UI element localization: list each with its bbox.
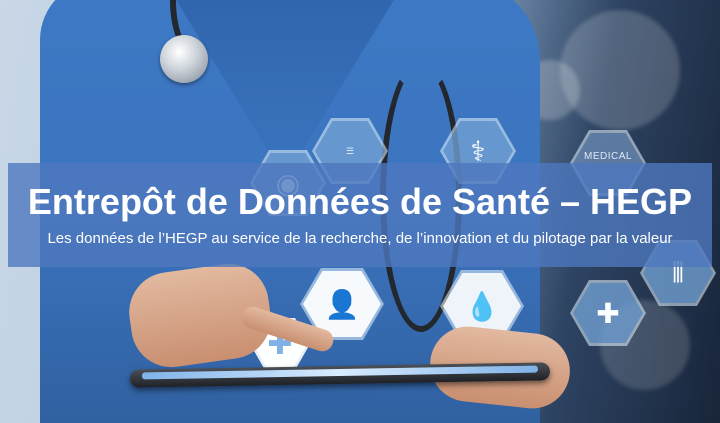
bokeh-light xyxy=(560,10,680,130)
tablet-screen xyxy=(141,365,538,380)
medical-hud-label: MEDICAL xyxy=(584,151,632,162)
first-aid-kit-icon: ✚ xyxy=(573,283,643,343)
page-subtitle: Les données de l’HEGP au service de la r… xyxy=(47,230,673,247)
page-title: Entrepôt de Données de Santé – HEGP xyxy=(27,181,693,222)
title-banner: Entrepôt de Données de Santé – HEGP Les … xyxy=(8,163,712,267)
stethoscope-chestpiece-icon xyxy=(160,35,208,83)
